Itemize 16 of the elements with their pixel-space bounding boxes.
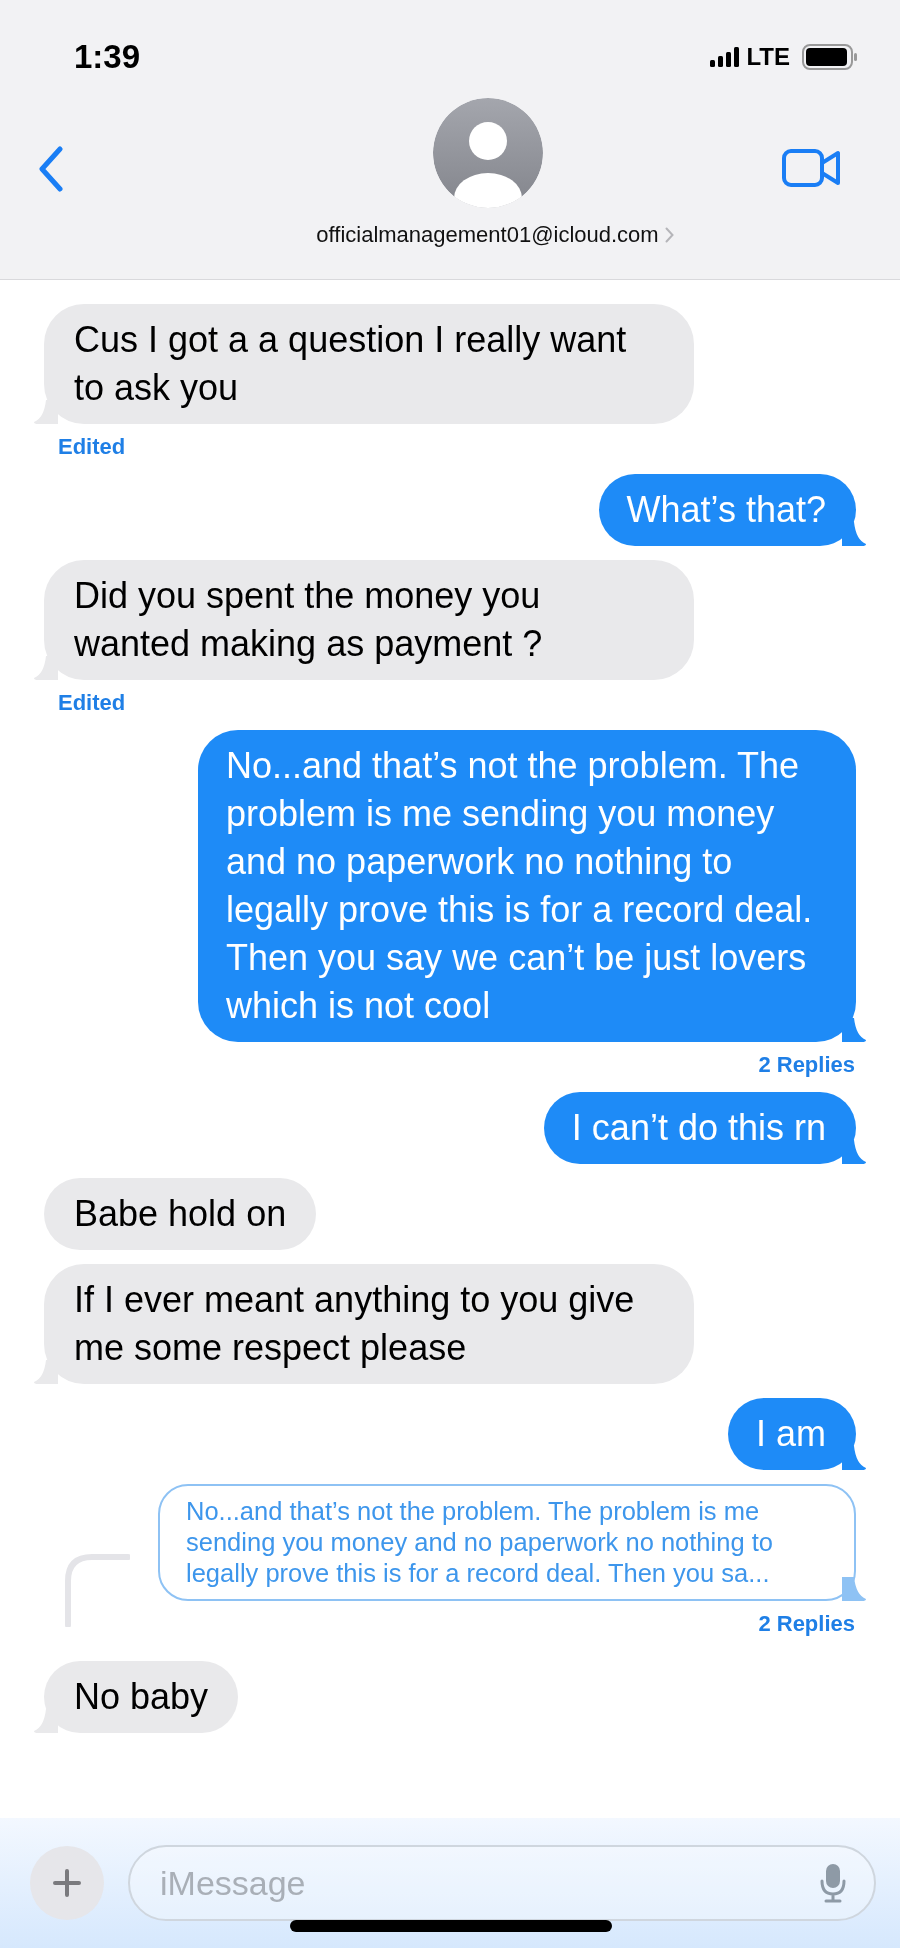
avatar-icon[interactable]	[433, 98, 543, 208]
edited-label[interactable]: Edited	[0, 690, 900, 716]
video-camera-icon[interactable]	[782, 148, 842, 188]
contact-name[interactable]: officialmanagement01@icloud.com	[316, 222, 659, 248]
network-label: LTE	[746, 43, 790, 71]
message-field[interactable]: iMessage	[128, 1845, 876, 1921]
status-time: 1:39	[74, 38, 141, 76]
edited-label[interactable]: Edited	[0, 434, 900, 460]
back-icon[interactable]	[38, 146, 64, 192]
battery-icon	[802, 44, 858, 70]
plus-icon[interactable]	[52, 1868, 82, 1898]
microphone-icon[interactable]	[820, 1863, 846, 1903]
replies-link[interactable]: 2 Replies	[758, 1611, 900, 1637]
signal-icon	[710, 47, 741, 67]
replies-link[interactable]: 2 Replies	[758, 1052, 900, 1078]
chevron-icon[interactable]	[664, 227, 674, 243]
